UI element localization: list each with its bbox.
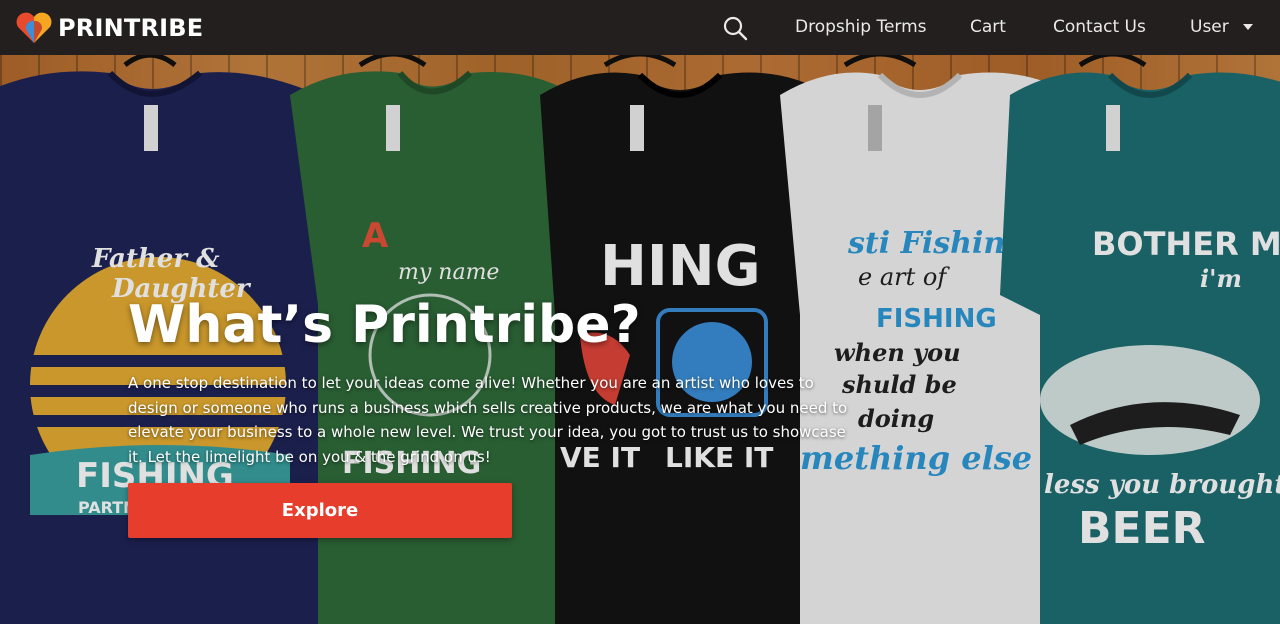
- search-icon[interactable]: [722, 15, 748, 41]
- brand-name: PRINTRIBE: [58, 14, 204, 42]
- nav-user-menu[interactable]: User: [1190, 17, 1253, 37]
- nav-dropship-terms[interactable]: Dropship Terms: [795, 17, 927, 37]
- nav-cart[interactable]: Cart: [970, 17, 1006, 37]
- hero-title: What’s Printribe?: [128, 295, 641, 355]
- hero-description: A one stop destination to let your ideas…: [128, 374, 848, 466]
- nav-user-label: User: [1190, 17, 1229, 37]
- heart-logo-icon: [16, 12, 52, 43]
- chevron-down-icon: [1242, 24, 1253, 30]
- explore-button[interactable]: Explore: [128, 483, 512, 538]
- nav-contact-us[interactable]: Contact Us: [1053, 17, 1146, 37]
- top-navbar: PRINTRIBE Dropship Terms Cart Contact Us…: [0, 0, 1280, 55]
- brand[interactable]: PRINTRIBE: [14, 11, 203, 45]
- hero-banner: Father & Daughter FISHING PARTN A my nam…: [0, 55, 1280, 624]
